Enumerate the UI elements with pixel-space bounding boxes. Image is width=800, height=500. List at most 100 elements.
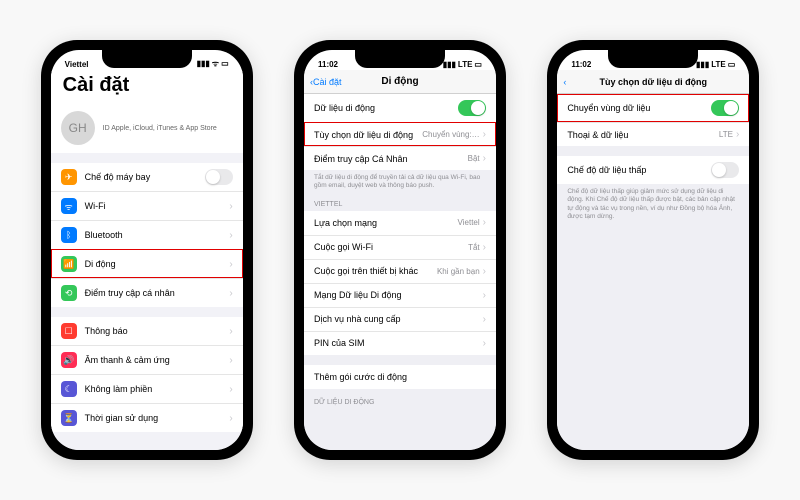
chevron-right-icon: ›: [229, 259, 232, 270]
row-value: Chuyển vùng:…: [422, 130, 479, 139]
nav-title: Tùy chọn dữ liệu di động: [600, 77, 708, 87]
status-icons: ▮▮▮ ᯤ ▭: [197, 58, 229, 69]
row-label: Dịch vụ nhà cung cấp: [314, 314, 483, 324]
row-value: Viettel: [458, 218, 480, 227]
row-label: Chuyển vùng dữ liệu: [567, 103, 711, 113]
chevron-right-icon: ›: [483, 266, 486, 277]
row-wifi-calling[interactable]: Cuộc gọi Wi-Fi Tắt ›: [304, 235, 496, 259]
chevron-right-icon: ›: [229, 384, 232, 395]
back-label: Cài đặt: [313, 77, 342, 87]
row-calls-other-devices[interactable]: Cuộc gọi trên thiết bị khác Khi gần bạn …: [304, 259, 496, 283]
screentime-icon: ⏳: [61, 410, 77, 426]
wifi-icon: ᯤ: [212, 58, 219, 69]
sounds-icon: 🔊: [61, 352, 77, 368]
section-footnote: Tắt dữ liệu di động để truyền tải cả dữ …: [304, 170, 496, 191]
row-cellular[interactable]: 📶 Di động ›: [51, 249, 243, 278]
signal-icon: ▮▮▮: [443, 60, 456, 69]
notifications-icon: ☐: [61, 323, 77, 339]
chevron-right-icon: ›: [483, 314, 486, 325]
chevron-right-icon: ›: [483, 290, 486, 301]
row-label: Cuộc gọi Wi-Fi: [314, 242, 468, 252]
row-airplane[interactable]: ✈ Chế độ máy bay: [51, 163, 243, 191]
row-personal-hotspot[interactable]: Điểm truy cập Cá Nhân Bật ›: [304, 146, 496, 170]
row-network-selection[interactable]: Lựa chọn mạng Viettel ›: [304, 211, 496, 235]
nav-header: ‹ Tùy chọn dữ liệu di động: [557, 70, 749, 94]
wifi-icon: ᯤ: [61, 198, 77, 214]
row-add-plan[interactable]: Thêm gói cước di động: [304, 365, 496, 389]
dnd-icon: ☾: [61, 381, 77, 397]
cellular-icon: 📶: [61, 256, 77, 272]
mobile-data-toggle[interactable]: [458, 100, 486, 116]
phone-frame-1: Viettel ▮▮▮ ᯤ ▭ Cài đặt GH ID Apple, iCl…: [41, 40, 253, 460]
chevron-right-icon: ›: [483, 129, 486, 140]
avatar: GH: [61, 111, 95, 145]
signal-icon: ▮▮▮: [197, 59, 210, 68]
signal-icon: ▮▮▮: [696, 60, 709, 69]
row-data-options[interactable]: Tùy chọn dữ liệu di động Chuyển vùng:… ›: [304, 122, 496, 146]
nav-header: ‹ Cài đặt Di động: [304, 70, 496, 94]
row-value: Bật: [468, 154, 480, 163]
chevron-right-icon: ›: [229, 201, 232, 212]
section-header-data: DỮ LIỆU DI ĐỘNG: [304, 389, 496, 409]
row-sounds[interactable]: 🔊 Âm thanh & cảm ứng ›: [51, 345, 243, 374]
chevron-right-icon: ›: [229, 230, 232, 241]
low-data-toggle[interactable]: [711, 162, 739, 178]
back-button[interactable]: ‹ Cài đặt: [310, 77, 342, 87]
row-label: Không làm phiền: [85, 384, 230, 394]
chevron-right-icon: ›: [483, 217, 486, 228]
row-label: Dữ liệu di động: [314, 103, 458, 113]
apple-id-row[interactable]: GH ID Apple, iCloud, iTunes & App Store: [51, 103, 243, 153]
row-wifi[interactable]: ᯤ Wi-Fi ›: [51, 191, 243, 220]
chevron-left-icon: ‹: [563, 77, 566, 87]
apple-id-subtitle: ID Apple, iCloud, iTunes & App Store: [103, 125, 217, 132]
carrier-label: Viettel: [65, 60, 89, 69]
notch: [355, 50, 445, 68]
row-value: Tắt: [468, 243, 480, 252]
row-label: Lựa chọn mạng: [314, 218, 458, 228]
notch: [608, 50, 698, 68]
row-cellular-data-network[interactable]: Mạng Dữ liệu Di động ›: [304, 283, 496, 307]
notch: [102, 50, 192, 68]
row-mobile-data[interactable]: Dữ liệu di động: [304, 94, 496, 122]
screen-data-options: 11:02 ▮▮▮ LTE ▭ ‹ Tùy chọn dữ liệu di độ…: [557, 50, 749, 450]
time-label: 11:02: [318, 60, 338, 69]
chevron-right-icon: ›: [229, 355, 232, 366]
section-footnote: Chế độ dữ liệu thấp giúp giảm mức sử dụn…: [557, 184, 749, 222]
row-label: Tùy chọn dữ liệu di động: [314, 130, 422, 140]
airplane-toggle[interactable]: [205, 169, 233, 185]
row-screentime[interactable]: ⏳ Thời gian sử dụng ›: [51, 403, 243, 432]
chevron-right-icon: ›: [483, 242, 486, 253]
row-sim-pin[interactable]: PIN của SIM ›: [304, 331, 496, 355]
screen-settings: Viettel ▮▮▮ ᯤ ▭ Cài đặt GH ID Apple, iCl…: [51, 50, 243, 450]
chevron-right-icon: ›: [229, 326, 232, 337]
row-data-roaming[interactable]: Chuyển vùng dữ liệu: [557, 94, 749, 122]
row-label: Thoại & dữ liệu: [567, 130, 719, 140]
row-label: Bluetooth: [85, 230, 230, 240]
row-dnd[interactable]: ☾ Không làm phiền ›: [51, 374, 243, 403]
back-button[interactable]: ‹: [563, 77, 566, 87]
row-label: Wi-Fi: [85, 201, 230, 211]
row-bluetooth[interactable]: ᛒ Bluetooth ›: [51, 220, 243, 249]
row-notifications[interactable]: ☐ Thông báo ›: [51, 317, 243, 345]
row-value: LTE: [719, 130, 733, 139]
row-carrier-services[interactable]: Dịch vụ nhà cung cấp ›: [304, 307, 496, 331]
row-label: Điểm truy cập Cá Nhân: [314, 154, 468, 164]
chevron-right-icon: ›: [483, 338, 486, 349]
airplane-icon: ✈: [61, 169, 77, 185]
network-label: LTE: [458, 60, 473, 69]
row-label: Chế độ máy bay: [85, 172, 205, 182]
row-value: Khi gần bạn: [437, 267, 480, 276]
battery-icon: ▭: [474, 60, 482, 69]
row-hotspot[interactable]: ⟲ Điểm truy cập cá nhân ›: [51, 278, 243, 307]
row-label: Thời gian sử dụng: [85, 413, 230, 423]
nav-title: Di động: [381, 76, 418, 87]
row-label: Cuộc gọi trên thiết bị khác: [314, 266, 437, 276]
status-icons: ▮▮▮ LTE ▭: [443, 60, 482, 69]
row-label: Âm thanh & cảm ứng: [85, 355, 230, 365]
row-low-data-mode[interactable]: Chế độ dữ liệu thấp: [557, 156, 749, 184]
row-label: Thông báo: [85, 326, 230, 336]
row-voice-data[interactable]: Thoại & dữ liệu LTE ›: [557, 122, 749, 146]
page-title: Cài đặt: [51, 70, 243, 103]
roaming-toggle[interactable]: [711, 100, 739, 116]
phone-frame-3: 11:02 ▮▮▮ LTE ▭ ‹ Tùy chọn dữ liệu di độ…: [547, 40, 759, 460]
